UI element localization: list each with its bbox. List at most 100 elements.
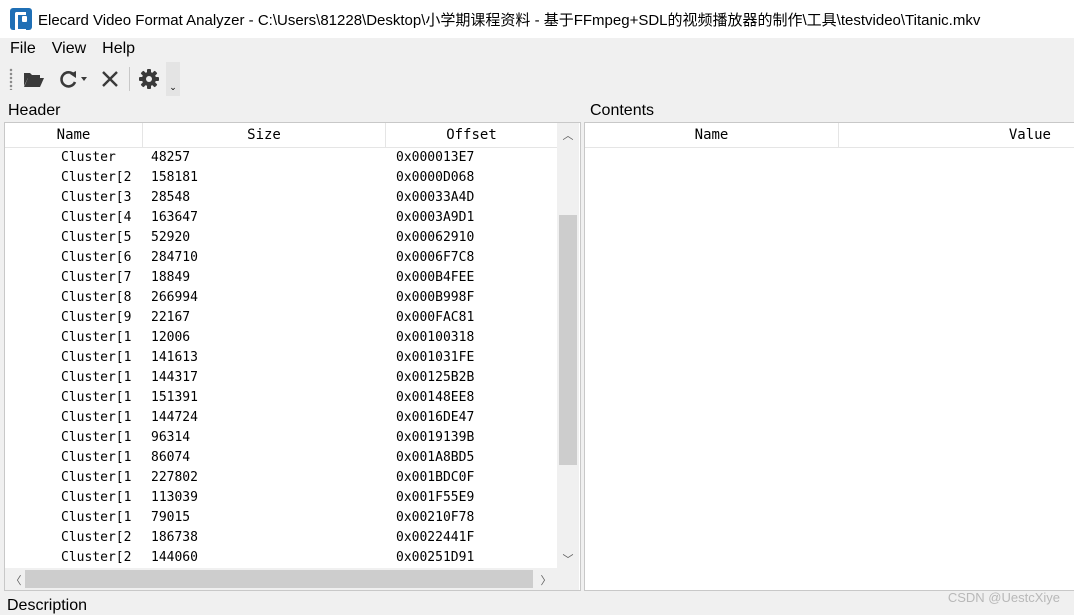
column-contents-value[interactable]: Value xyxy=(839,123,1074,147)
row-size-cell: 22167 xyxy=(151,310,191,325)
table-row[interactable]: Cluster[7 18849 0x000B4FEE xyxy=(5,268,557,288)
row-size-cell: 12006 xyxy=(151,330,191,345)
header-panel-caption: Header xyxy=(8,102,61,119)
row-size-cell: 227802 xyxy=(151,470,198,485)
row-size-cell: 163647 xyxy=(151,210,198,225)
horizontal-scrollbar[interactable]: 〈 〉 xyxy=(5,568,557,590)
row-name-cell: Cluster[1 xyxy=(61,330,132,345)
row-name-cell: Cluster[3 xyxy=(61,190,132,205)
menu-help[interactable]: Help xyxy=(102,40,135,58)
column-contents-name[interactable]: Name xyxy=(585,123,839,147)
row-size-cell: 144317 xyxy=(151,370,198,385)
row-size-cell: 96314 xyxy=(151,430,191,445)
column-size[interactable]: Size xyxy=(143,123,386,147)
row-offset-cell: 0x000013E7 xyxy=(396,150,475,165)
row-offset-cell: 0x001F55E9 xyxy=(396,490,475,505)
table-row[interactable]: Cluster[3 28548 0x00033A4D xyxy=(5,188,557,208)
table-row[interactable]: Cluster 48257 0x000013E7 xyxy=(5,148,557,168)
row-offset-cell: 0x00062910 xyxy=(396,230,475,245)
row-size-cell: 48257 xyxy=(151,150,191,165)
table-row[interactable]: Cluster[2 144060 0x00251D91 xyxy=(5,548,557,568)
chevron-down-icon[interactable] xyxy=(80,76,88,82)
row-size-cell: 144060 xyxy=(151,550,198,565)
row-name-cell: Cluster[2 xyxy=(61,170,132,185)
row-offset-cell: 0x000B998F xyxy=(396,290,475,305)
scroll-left-icon[interactable]: 〈 xyxy=(5,572,27,588)
table-row[interactable]: Cluster[1 113039 0x001F55E9 xyxy=(5,488,557,508)
row-name-cell: Cluster[2 xyxy=(61,530,132,545)
row-name-cell: Cluster[5 xyxy=(61,230,132,245)
column-name[interactable]: Name xyxy=(5,123,143,147)
row-name-cell: Cluster[1 xyxy=(61,390,132,405)
column-offset[interactable]: Offset xyxy=(386,123,557,147)
horizontal-scroll-thumb[interactable] xyxy=(25,570,533,588)
watermark: CSDN @UestcXiye xyxy=(947,590,1060,605)
table-row[interactable]: Cluster[8 266994 0x000B998F xyxy=(5,288,557,308)
row-offset-cell: 0x00251D91 xyxy=(396,550,475,565)
scroll-right-icon[interactable]: 〉 xyxy=(535,572,557,588)
row-name-cell: Cluster[4 xyxy=(61,210,132,225)
table-row[interactable]: Cluster[1 141613 0x001031FE xyxy=(5,348,557,368)
table-row[interactable]: Cluster[1 96314 0x0019139B xyxy=(5,428,557,448)
toolbar-overflow-button[interactable]: ⌄ xyxy=(166,62,180,96)
row-size-cell: 18849 xyxy=(151,270,191,285)
row-name-cell: Cluster[1 xyxy=(61,370,132,385)
table-row[interactable]: Cluster[1 12006 0x00100318 xyxy=(5,328,557,348)
settings-button[interactable] xyxy=(136,65,162,93)
open-file-button[interactable] xyxy=(21,65,47,93)
row-size-cell: 28548 xyxy=(151,190,191,205)
row-name-cell: Cluster[2 xyxy=(61,550,132,565)
table-row[interactable]: Cluster[4 163647 0x0003A9D1 xyxy=(5,208,557,228)
gear-icon xyxy=(139,69,159,89)
row-offset-cell: 0x0022441F xyxy=(396,530,475,545)
row-name-cell: Cluster[1 xyxy=(61,490,132,505)
row-size-cell: 151391 xyxy=(151,390,198,405)
table-row[interactable]: Cluster[1 86074 0x001A8BD5 xyxy=(5,448,557,468)
toolbar: ⌄ xyxy=(0,60,1074,98)
scroll-up-icon[interactable]: ︿ xyxy=(557,127,579,143)
row-offset-cell: 0x00148EE8 xyxy=(396,390,475,405)
table-row[interactable]: Cluster[1 151391 0x00148EE8 xyxy=(5,388,557,408)
row-offset-cell: 0x0016DE47 xyxy=(396,410,475,425)
menu-view[interactable]: View xyxy=(52,40,86,58)
table-row[interactable]: Cluster[1 144724 0x0016DE47 xyxy=(5,408,557,428)
table-row[interactable]: Cluster[2 158181 0x0000D068 xyxy=(5,168,557,188)
toolbar-overflow-glyph: ⌄ xyxy=(169,83,177,93)
row-offset-cell: 0x0019139B xyxy=(396,430,475,445)
header-column-row: Name Size Offset xyxy=(5,123,557,148)
window-title: Elecard Video Format Analyzer - C:\Users… xyxy=(38,11,981,29)
vertical-scroll-thumb[interactable] xyxy=(559,215,577,465)
table-row[interactable]: Cluster[6 284710 0x0006F7C8 xyxy=(5,248,557,268)
header-rows: Cluster 48257 0x000013E7 Cluster[2 158181 0x0… xyxy=(5,148,557,568)
row-offset-cell: 0x00210F78 xyxy=(396,510,475,525)
table-row[interactable]: Cluster[1 144317 0x00125B2B xyxy=(5,368,557,388)
reload-button[interactable] xyxy=(53,65,93,93)
row-offset-cell: 0x0000D068 xyxy=(396,170,475,185)
menu-bar: File View Help xyxy=(0,38,1074,60)
row-name-cell: Cluster[6 xyxy=(61,250,132,265)
table-row[interactable]: Cluster[5 52920 0x00062910 xyxy=(5,228,557,248)
close-file-button[interactable] xyxy=(97,65,123,93)
folder-open-icon xyxy=(24,73,44,87)
table-row[interactable]: Cluster[2 186738 0x0022441F xyxy=(5,528,557,548)
row-size-cell: 144724 xyxy=(151,410,198,425)
row-size-cell: 52920 xyxy=(151,230,191,245)
scroll-down-icon[interactable]: ﹀ xyxy=(557,551,579,567)
vertical-scrollbar[interactable]: ︿ ﹀ xyxy=(557,123,579,568)
menu-file[interactable]: File xyxy=(10,40,36,58)
table-row[interactable]: Cluster[1 227802 0x001BDC0F xyxy=(5,468,557,488)
contents-list-view[interactable]: Name Value xyxy=(584,122,1074,591)
row-name-cell: Cluster[1 xyxy=(61,450,132,465)
header-tree-view[interactable]: Name Size Offset Cluster 48257 0x000013E7 C… xyxy=(4,122,581,591)
row-name-cell: Cluster[1 xyxy=(61,410,132,425)
row-offset-cell: 0x001031FE xyxy=(396,350,475,365)
toolbar-grip[interactable] xyxy=(9,68,13,90)
title-bar: Elecard Video Format Analyzer - C:\Users… xyxy=(0,0,1074,38)
row-offset-cell: 0x00033A4D xyxy=(396,190,475,205)
row-size-cell: 113039 xyxy=(151,490,198,505)
contents-panel-caption: Contents xyxy=(590,102,655,119)
table-row[interactable]: Cluster[9 22167 0x000FAC81 xyxy=(5,308,557,328)
app-logo-icon xyxy=(10,8,32,32)
row-name-cell: Cluster[1 xyxy=(61,430,132,445)
table-row[interactable]: Cluster[1 79015 0x00210F78 xyxy=(5,508,557,528)
